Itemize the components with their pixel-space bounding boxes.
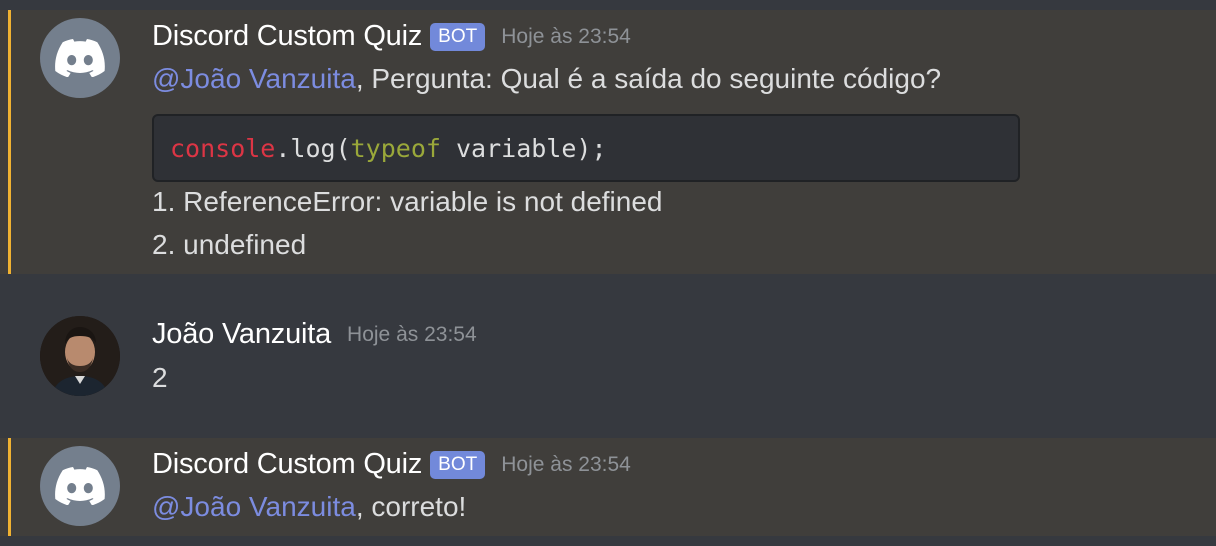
user-mention[interactable]: @João Vanzuita	[152, 63, 356, 94]
author-name[interactable]: Discord Custom Quiz	[152, 20, 422, 53]
code-token-method: .log(	[275, 133, 351, 163]
chat-messages: Discord Custom Quiz BOT Hoje às 23:54 @J…	[0, 0, 1216, 546]
message-content: @João Vanzuita, Pergunta: Qual é a saída…	[152, 63, 941, 95]
user-avatar[interactable]	[40, 316, 120, 396]
message-header: João Vanzuita Hoje às 23:54	[152, 318, 477, 351]
bot-avatar[interactable]	[40, 18, 120, 98]
code-block: console .log(typeof variable);	[152, 114, 1020, 182]
discord-logo-icon	[55, 467, 105, 505]
message-timestamp[interactable]: Hoje às 23:54	[501, 25, 631, 49]
message-bot-confirmation: Discord Custom Quiz BOT Hoje às 23:54 @J…	[0, 438, 1216, 536]
message-timestamp[interactable]: Hoje às 23:54	[501, 453, 631, 477]
author-name[interactable]: Discord Custom Quiz	[152, 448, 422, 481]
message-text: , Pergunta: Qual é a saída do seguinte c…	[355, 63, 942, 94]
message-timestamp[interactable]: Hoje às 23:54	[347, 323, 477, 347]
user-photo-avatar	[40, 316, 120, 396]
bot-tag: BOT	[430, 450, 486, 479]
message-header: Discord Custom Quiz BOT Hoje às 23:54	[152, 20, 631, 53]
bot-avatar[interactable]	[40, 446, 120, 526]
message-bot-question: Discord Custom Quiz BOT Hoje às 23:54 @J…	[0, 10, 1216, 274]
bot-tag: BOT	[430, 22, 486, 51]
message-text: , correto!	[355, 491, 467, 522]
code-token-object: console	[170, 133, 276, 163]
code-token-keyword: typeof	[350, 133, 441, 163]
author-name[interactable]: João Vanzuita	[152, 318, 331, 351]
message-content: @João Vanzuita, correto!	[152, 491, 466, 523]
message-header: Discord Custom Quiz BOT Hoje às 23:54	[152, 448, 631, 481]
quiz-option-1: 1. ReferenceError: variable is not defin…	[152, 186, 663, 217]
user-mention[interactable]: @João Vanzuita	[152, 491, 356, 522]
message-user-answer: João Vanzuita Hoje às 23:54 2	[0, 274, 1216, 438]
discord-logo-icon	[55, 39, 105, 77]
code-token-rest: variable);	[440, 133, 607, 163]
message-content: 2	[152, 362, 168, 393]
quiz-option-2: 2. undefined	[152, 229, 307, 260]
